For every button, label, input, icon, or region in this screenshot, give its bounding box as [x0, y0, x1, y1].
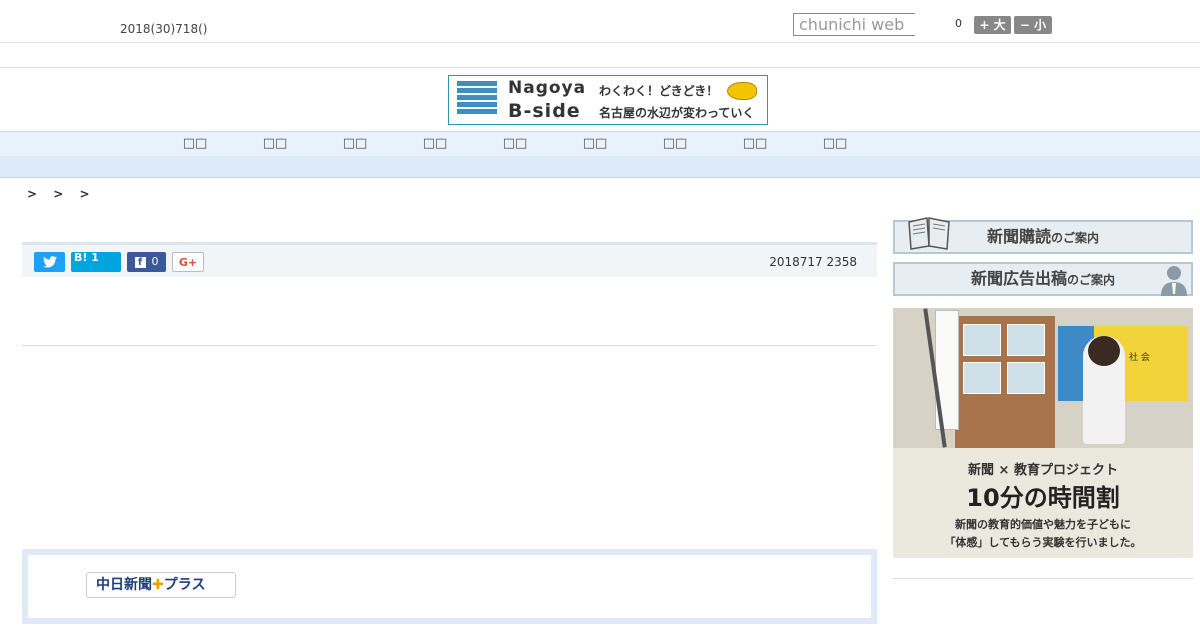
- facebook-icon: f: [134, 256, 146, 268]
- nav-item[interactable]: □□: [495, 136, 535, 151]
- nav-item[interactable]: □□: [815, 136, 855, 151]
- ad-placement-banner[interactable]: 新聞広告出稿のご案内: [893, 262, 1193, 296]
- banner-catch-line2: 名古屋の水辺が変わっていく: [599, 106, 755, 120]
- classroom-photo: 社 会: [893, 308, 1193, 448]
- nav-item[interactable]: □□: [415, 136, 455, 151]
- promo-line4: 「体感」してもらう実験を行いました。: [944, 536, 1142, 549]
- twitter-bird-icon: [42, 256, 57, 268]
- ad-small-label: のご案内: [1067, 273, 1116, 287]
- banner-title-line2: B-side: [508, 100, 581, 122]
- screen-subject-label: 社 会: [1129, 353, 1150, 363]
- notification-count: 0: [955, 17, 962, 30]
- twitter-share-button[interactable]: [34, 252, 65, 272]
- sidebar-divider: [893, 578, 1193, 579]
- banner-catch-line1: わくわく！どきどき！: [599, 84, 719, 98]
- facebook-share-button[interactable]: f0: [127, 252, 166, 272]
- plus-logo-right: プラス: [163, 577, 206, 593]
- nagoya-bside-banner[interactable]: Nagoya B-side わくわく！どきどき！ 名古屋の水辺が変わっていく: [448, 75, 768, 125]
- nav-item[interactable]: □□: [575, 136, 615, 151]
- subscribe-small-label: のご案内: [1051, 231, 1100, 245]
- breadcrumb[interactable]: > > >: [27, 187, 96, 201]
- newspaper-education-promo[interactable]: 社 会 新聞 × 教育プロジェクト 10分の時間割 新聞の教育的価値や魅力を子ど…: [893, 308, 1193, 558]
- google-plus-share-button[interactable]: G+: [172, 252, 204, 272]
- facebook-share-count: 0: [151, 255, 159, 268]
- bars-logo-icon: [457, 81, 497, 119]
- top-bar: 2018(30)718() chunichi web 0 + 大 − 小: [0, 0, 1200, 43]
- chunichi-plus-box: 中日新聞✚プラス: [22, 549, 877, 624]
- banner-title-line1: Nagoya: [508, 78, 587, 98]
- font-size-increase-button[interactable]: + 大: [974, 16, 1011, 34]
- ad-placement-box: 新聞広告出稿のご案内: [893, 262, 1193, 296]
- divider: [22, 345, 877, 346]
- global-nav: □□ □□ □□ □□ □□ □□ □□ □□ □□: [0, 131, 1200, 156]
- font-size-decrease-button[interactable]: − 小: [1014, 16, 1052, 34]
- plus-logo-left: 中日新聞: [96, 577, 152, 593]
- search-input[interactable]: chunichi web: [793, 13, 915, 36]
- nav-item[interactable]: □□: [255, 136, 295, 151]
- ad-main-label: 新聞広告出稿: [970, 269, 1067, 288]
- current-date: 2018(30)718(): [120, 22, 208, 36]
- chunichi-plus-logo[interactable]: 中日新聞✚プラス: [86, 572, 236, 598]
- article-timestamp: 2018717 2358: [769, 255, 857, 269]
- promo-title: 10分の時間割: [966, 484, 1120, 512]
- fish-mascot-icon: [727, 82, 757, 100]
- nav-item[interactable]: □□: [335, 136, 375, 151]
- open-book-icon: [908, 217, 950, 250]
- sub-nav: [0, 156, 1200, 178]
- subscribe-main-label: 新聞購読: [986, 227, 1051, 246]
- plus-cross-icon: ✚: [152, 577, 164, 593]
- nav-item[interactable]: □□: [735, 136, 775, 151]
- hatena-bookmark-button[interactable]: B! 1: [71, 252, 121, 272]
- nav-item[interactable]: □□: [175, 136, 215, 151]
- header-strip: [0, 43, 1200, 68]
- article-share-bar: B! 1 f0 G+ 2018717 2358: [22, 242, 877, 277]
- promo-line1: 新聞 × 教育プロジェクト: [968, 463, 1118, 478]
- businessman-icon: [1161, 266, 1187, 296]
- subscribe-banner[interactable]: 新聞購読のご案内: [893, 212, 1193, 254]
- nav-item[interactable]: □□: [655, 136, 695, 151]
- promo-line3: 新聞の教育的価値や魅力を子どもに: [955, 518, 1131, 531]
